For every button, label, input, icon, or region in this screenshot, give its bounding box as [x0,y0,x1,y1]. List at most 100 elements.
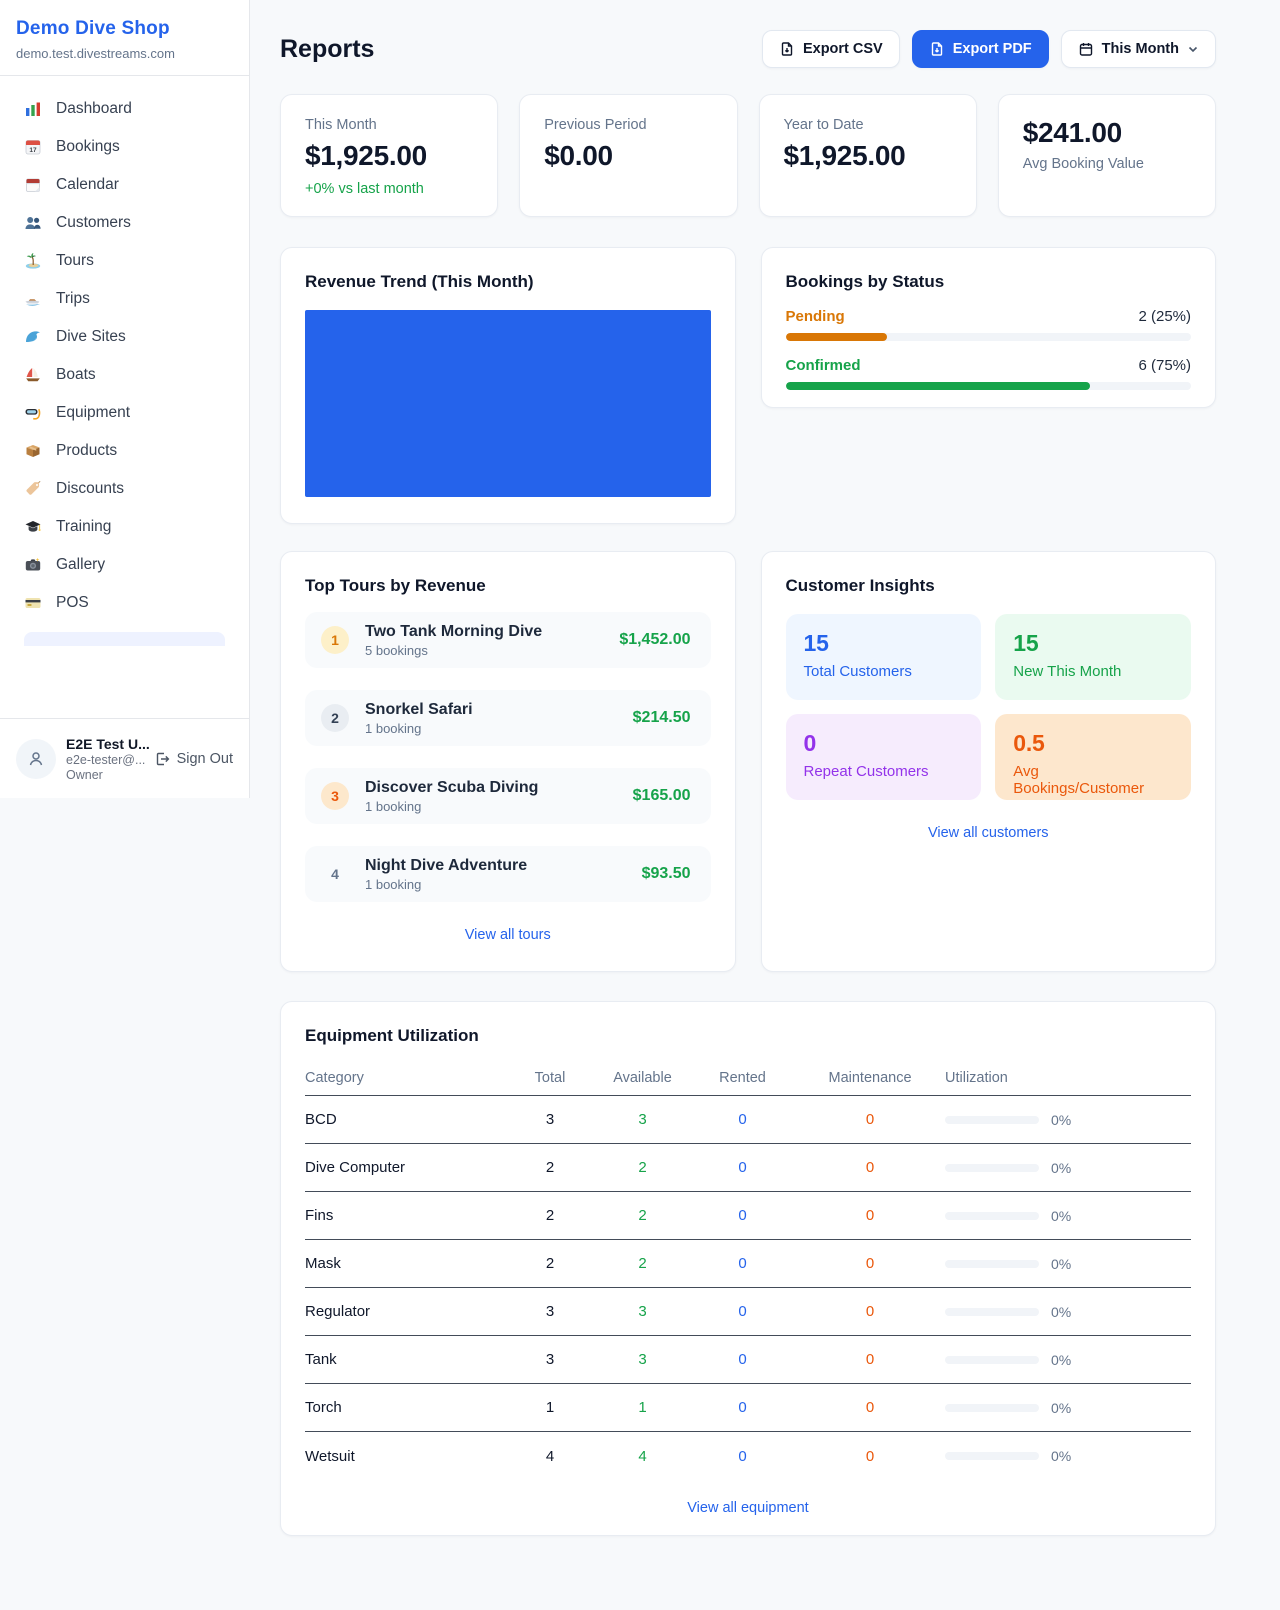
file-download-icon [779,41,795,57]
tour-name: Two Tank Morning Dive [365,623,603,641]
tour-amount: $165.00 [633,787,691,805]
equipment-utilization: 0% [945,1208,1191,1224]
export-pdf-label: Export PDF [953,41,1032,57]
sidebar-item-training[interactable]: Training [12,508,237,546]
period-dropdown[interactable]: This Month [1061,30,1216,68]
tour-row: 3 Discover Scuba Diving 1 booking $165.0… [305,768,711,824]
stat-cards: This Month $1,925.00 +0% vs last month P… [280,94,1216,217]
equipment-category: BCD [305,1111,505,1128]
sidebar-item-boats[interactable]: Boats [12,356,237,394]
equipment-utilization: 0% [945,1352,1191,1368]
equipment-maintenance: 0 [795,1111,945,1128]
sidebar-item-label: Training [56,518,111,536]
user-role: Owner [66,768,144,782]
customers-icon [24,214,42,232]
sidebar-item-calendar[interactable]: Calendar [12,166,237,204]
discounts-icon [24,480,42,498]
table-row: BCD 3 3 0 0 0% [305,1096,1191,1144]
equipment-available: 4 [595,1448,690,1465]
equipment-total: 4 [505,1448,595,1465]
sidebar-item-label: Trips [56,290,90,308]
sidebar-item-pos[interactable]: POS [12,584,237,622]
equipment-rented: 0 [690,1111,795,1128]
revenue-trend-title: Revenue Trend (This Month) [305,272,711,292]
table-row: Dive Computer 2 2 0 0 0% [305,1144,1191,1192]
logout-icon [154,751,170,767]
tour-amount: $1,452.00 [619,631,690,649]
export-pdf-button[interactable]: Export PDF [912,30,1049,68]
utilization-percent: 0% [1051,1448,1071,1464]
shop-domain: demo.test.divestreams.com [16,46,233,61]
sidebar-item-equipment[interactable]: Equipment [12,394,237,432]
view-all-tours-link[interactable]: View all tours [305,927,711,943]
tour-amount: $93.50 [642,865,691,883]
equipment-category: Tank [305,1351,505,1368]
equipment-utilization: 0% [945,1160,1191,1176]
tile-label: Repeat Customers [804,763,964,780]
gallery-icon [24,556,42,574]
status-label: Confirmed [786,357,861,374]
sidebar-item-label: Bookings [56,138,120,156]
stat-label: Year to Date [784,117,952,133]
stat-value: $0.00 [544,140,712,172]
bookings-by-status-panel: Bookings by Status Pending 2 (25%) Confi… [761,247,1217,408]
equipment-total: 2 [505,1159,595,1176]
status-row-confirmed: Confirmed 6 (75%) [786,357,1192,390]
equipment-rented: 0 [690,1159,795,1176]
equipment-rented: 0 [690,1351,795,1368]
status-label: Pending [786,308,845,325]
tour-row: 4 Night Dive Adventure 1 booking $93.50 [305,846,711,902]
equipment-utilization: 0% [945,1448,1191,1464]
svg-text:17: 17 [29,147,37,154]
sidebar-item-products[interactable]: Products [12,432,237,470]
equipment-maintenance: 0 [795,1207,945,1224]
revenue-trend-panel: Revenue Trend (This Month) [280,247,736,524]
sidebar-item-reports-partial[interactable] [24,632,225,646]
tour-row: 1 Two Tank Morning Dive 5 bookings $1,45… [305,612,711,668]
sidebar-item-tours[interactable]: Tours [12,242,237,280]
equipment-total: 2 [505,1207,595,1224]
sidebar-item-dashboard[interactable]: Dashboard [12,90,237,128]
equipment-total: 3 [505,1351,595,1368]
sidebar-item-bookings[interactable]: 17 Bookings [12,128,237,166]
sign-out-button[interactable]: Sign Out [154,751,233,767]
sidebar-item-label: Gallery [56,556,105,574]
equipment-category: Torch [305,1399,505,1416]
sidebar-item-gallery[interactable]: Gallery [12,546,237,584]
top-tours-panel: Top Tours by Revenue 1 Two Tank Morning … [280,551,736,972]
tour-name: Night Dive Adventure [365,857,626,875]
stat-card-previous-period: Previous Period $0.00 [519,94,737,217]
user-info: E2E Test U... e2e-tester@... Owner [66,736,144,782]
sidebar-item-label: Calendar [56,176,119,194]
tour-name: Snorkel Safari [365,701,617,719]
tile-new-this-month: 15 New This Month [995,614,1191,700]
sidebar-item-discounts[interactable]: Discounts [12,470,237,508]
export-csv-button[interactable]: Export CSV [762,30,900,68]
main-content: Reports Export CSV Export PDF This Month… [250,0,1280,1536]
tour-amount: $214.50 [633,709,691,727]
equipment-utilization: 0% [945,1304,1191,1320]
equipment-maintenance: 0 [795,1399,945,1416]
equipment-maintenance: 0 [795,1303,945,1320]
equipment-total: 1 [505,1399,595,1416]
sidebar-item-trips[interactable]: Trips [12,280,237,318]
rank-badge: 3 [321,782,349,810]
equipment-available: 2 [595,1255,690,1272]
tile-label: Total Customers [804,663,964,680]
equipment-table-header: Category Total Available Rented Maintena… [305,1060,1191,1096]
sidebar-header: Demo Dive Shop demo.test.divestreams.com [0,0,249,76]
status-bar-track [786,382,1192,390]
tile-value: 15 [804,630,964,657]
sidebar: Demo Dive Shop demo.test.divestreams.com… [0,0,250,798]
view-all-customers-link[interactable]: View all customers [786,825,1192,841]
sidebar-item-dive-sites[interactable]: Dive Sites [12,318,237,356]
sidebar-item-customers[interactable]: Customers [12,204,237,242]
customer-insights-title: Customer Insights [786,576,1192,596]
sidebar-item-label: Boats [56,366,96,384]
sign-out-label: Sign Out [177,751,233,767]
user-name: E2E Test U... [66,736,144,752]
view-all-equipment-link[interactable]: View all equipment [305,1500,1191,1516]
utilization-bar-track [945,1116,1039,1124]
equipment-category: Dive Computer [305,1159,505,1176]
dashboard-icon [24,100,42,118]
